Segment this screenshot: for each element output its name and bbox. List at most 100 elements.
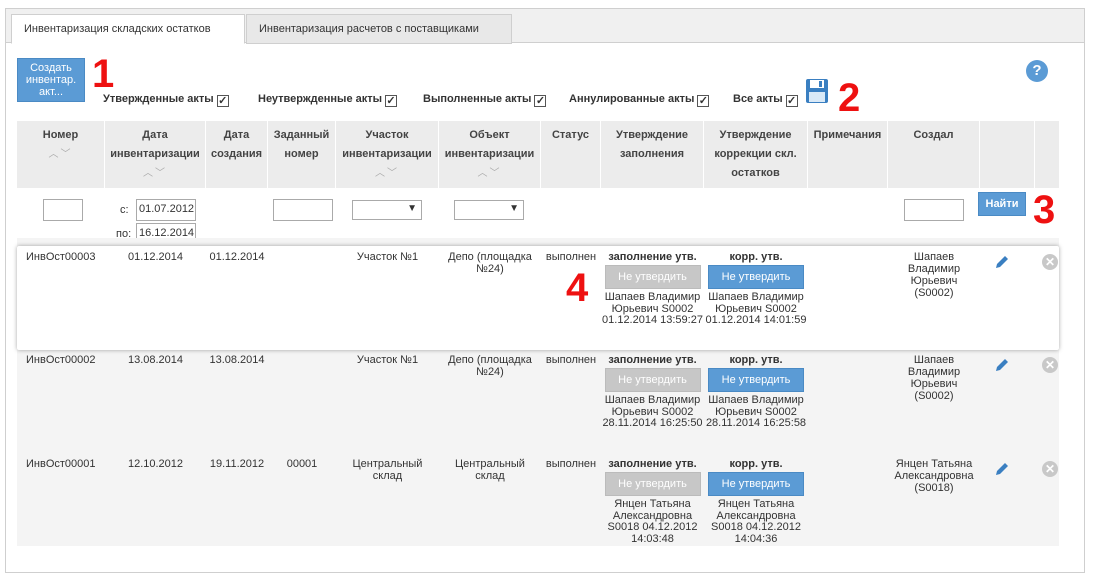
date-from-input[interactable]: 01.07.2012 <box>136 199 196 221</box>
date-from-label: с: <box>120 204 129 216</box>
pencil-icon[interactable] <box>993 356 1011 374</box>
tab-bar: Инвентаризация складских остатков Инвент… <box>6 9 1084 44</box>
col-creator: Создал <box>888 121 980 188</box>
filter-unapproved-checkbox[interactable]: ✓ <box>385 95 398 107</box>
marker-1: 1 <box>92 52 115 96</box>
row-created: 01.12.2014 <box>209 251 265 263</box>
filter-completed-label: Выполненные акты <box>423 93 532 105</box>
col-given-number: Заданный номер <box>268 121 336 188</box>
row-object: Центральный склад <box>455 458 525 482</box>
table-row[interactable]: ИнвОст00001 12.10.2012 19.11.2012 00001 … <box>17 452 1059 546</box>
filter-cancelled-label: Аннулированные акты <box>569 93 695 105</box>
filter-completed-checkbox[interactable]: ✓ <box>534 95 547 107</box>
filter-unapproved[interactable]: Неутвержденные акты ✓ <box>258 93 398 107</box>
correction-approval-info: Шапаев Владимир Юрьевич S0002 01.12.2014… <box>705 291 807 326</box>
unapprove-fill-button[interactable]: Не утвердить <box>604 472 701 496</box>
row-number: ИнвОст00003 <box>26 251 96 263</box>
row-created: 19.11.2012 <box>209 458 265 470</box>
col-created: Дата создания <box>206 121 268 188</box>
unapprove-correction-button[interactable]: Не утвердить <box>708 368 804 392</box>
filter-completed[interactable]: Выполненные акты ✓ <box>423 93 547 107</box>
save-icon[interactable] <box>805 78 829 104</box>
row-correction-approval: корр. утв. Не утвердить Шапаев Владимир … <box>704 251 808 327</box>
col-inv-date[interactable]: Дата инвентаризации ︿﹀ <box>105 121 206 188</box>
row-creator: Шапаев Владимир Юрьевич (S0002) <box>907 354 961 402</box>
sort-section-icon[interactable]: ︿﹀ <box>336 164 438 183</box>
create-inventory-act-button[interactable]: Создать инвентар. акт... <box>17 58 85 102</box>
row-fill-approval: заполнение утв. Не утвердить Янцен Татья… <box>601 458 704 545</box>
col-correction-approval: Утверждение коррекции скл. остатков <box>704 121 808 188</box>
sort-object-icon[interactable]: ︿﹀ <box>439 164 540 183</box>
table-row[interactable]: ИнвОст00003 01.12.2014 01.12.2014 Участо… <box>17 246 1059 350</box>
col-section-label: Участок инвентаризации <box>342 129 432 160</box>
row-number: ИнвОст00002 <box>26 354 96 366</box>
delete-icon[interactable]: ✕ <box>1042 461 1058 477</box>
table-header: Номер ︿﹀ Дата инвентаризации ︿﹀ Дата созда… <box>17 121 1059 188</box>
delete-icon[interactable]: ✕ <box>1042 254 1058 270</box>
filter-number-input[interactable] <box>43 199 83 221</box>
find-button[interactable]: Найти <box>978 192 1026 216</box>
col-status: Статус <box>541 121 601 188</box>
table-row[interactable]: ИнвОст00002 13.08.2014 13.08.2014 Участо… <box>17 350 1059 452</box>
delete-icon[interactable]: ✕ <box>1042 357 1058 373</box>
sort-inv-date-icon[interactable]: ︿﹀ <box>105 164 205 183</box>
filter-section-select[interactable]: ▼ <box>352 200 422 220</box>
correction-approval-title: корр. утв. <box>729 458 783 470</box>
pencil-icon[interactable] <box>993 460 1011 478</box>
fill-approval-title: заполнение утв. <box>608 251 697 263</box>
filter-all[interactable]: Все акты ✓ <box>733 93 798 107</box>
row-fill-approval: заполнение утв. Не утвердить Шапаев Влад… <box>601 251 704 327</box>
correction-approval-title: корр. утв. <box>729 251 783 263</box>
correction-approval-info: Шапаев Владимир Юрьевич S0002 28.11.2014… <box>705 394 807 429</box>
row-section: Участок №1 <box>356 354 419 366</box>
filter-cancelled-checkbox[interactable]: ✓ <box>697 95 710 107</box>
fill-approval-info: Янцен Татьяна Александровна S0018 04.12.… <box>607 498 698 545</box>
row-section: Участок №1 <box>356 251 419 263</box>
chevron-down-icon: ▼ <box>407 203 417 214</box>
filter-given-number-input[interactable] <box>273 199 333 221</box>
row-correction-approval: корр. утв. Не утвердить Янцен Татьяна Ал… <box>704 458 808 545</box>
unapprove-fill-button[interactable]: Не утвердить <box>604 368 701 392</box>
unapprove-correction-button[interactable]: Не утвердить <box>708 265 804 289</box>
filter-cancelled[interactable]: Аннулированные акты ✓ <box>569 93 710 107</box>
row-section: Центральный склад <box>352 458 423 482</box>
col-section[interactable]: Участок инвентаризации ︿﹀ <box>336 121 439 188</box>
tab-supplier-inventory[interactable]: Инвентаризация расчетов с поставщиками <box>246 14 512 44</box>
filter-unapproved-label: Неутвержденные акты <box>258 93 383 105</box>
row-creator: Янцен Татьяна Александровна (S0018) <box>894 458 974 494</box>
filter-approved-label: Утвержденные акты <box>103 93 214 105</box>
row-correction-approval: корр. утв. Не утвердить Шапаев Владимир … <box>704 354 808 430</box>
fill-approval-title: заполнение утв. <box>608 354 697 366</box>
col-delete <box>1035 121 1059 188</box>
fill-approval-info: Шапаев Владимир Юрьевич S0002 01.12.2014… <box>602 291 703 326</box>
col-number[interactable]: Номер ︿﹀ <box>17 121 105 188</box>
filter-approved[interactable]: Утвержденные акты ✓ <box>103 93 229 107</box>
unapprove-correction-button[interactable]: Не утвердить <box>708 472 804 496</box>
col-object[interactable]: Объект инвентаризации ︿﹀ <box>439 121 541 188</box>
filter-approved-checkbox[interactable]: ✓ <box>216 95 229 107</box>
filter-all-checkbox[interactable]: ✓ <box>785 95 798 107</box>
filter-object-select[interactable]: ▼ <box>454 200 524 220</box>
row-object: Депо (площадка №24) <box>448 251 532 275</box>
unapprove-fill-button[interactable]: Не утвердить <box>604 265 701 289</box>
chevron-down-icon: ▼ <box>509 203 519 214</box>
row-number: ИнвОст00001 <box>26 458 96 470</box>
row-created: 13.08.2014 <box>209 354 265 366</box>
correction-approval-info: Янцен Татьяна Александровна S0018 04.12.… <box>711 498 801 545</box>
col-object-label: Объект инвентаризации <box>444 129 535 160</box>
row-status: выполнен <box>545 354 597 366</box>
filter-creator-input[interactable] <box>904 199 964 221</box>
row-status: выполнен <box>545 458 597 470</box>
correction-approval-title: корр. утв. <box>729 354 783 366</box>
row-object: Депо (площадка №24) <box>448 354 532 378</box>
sort-number-icon[interactable]: ︿﹀ <box>17 145 104 164</box>
help-icon[interactable]: ? <box>1026 60 1048 82</box>
row-inv-date: 01.12.2014 <box>127 251 184 263</box>
pencil-icon[interactable] <box>993 253 1011 271</box>
row-inv-date: 12.10.2012 <box>127 458 184 470</box>
tab-warehouse-inventory[interactable]: Инвентаризация складских остатков <box>11 14 245 44</box>
row-given-number: 00001 <box>286 458 318 470</box>
col-actions <box>980 121 1035 188</box>
table-body: ИнвОст00003 01.12.2014 01.12.2014 Участо… <box>17 238 1059 546</box>
fill-approval-info: Шапаев Владимир Юрьевич S0002 28.11.2014… <box>602 394 703 429</box>
